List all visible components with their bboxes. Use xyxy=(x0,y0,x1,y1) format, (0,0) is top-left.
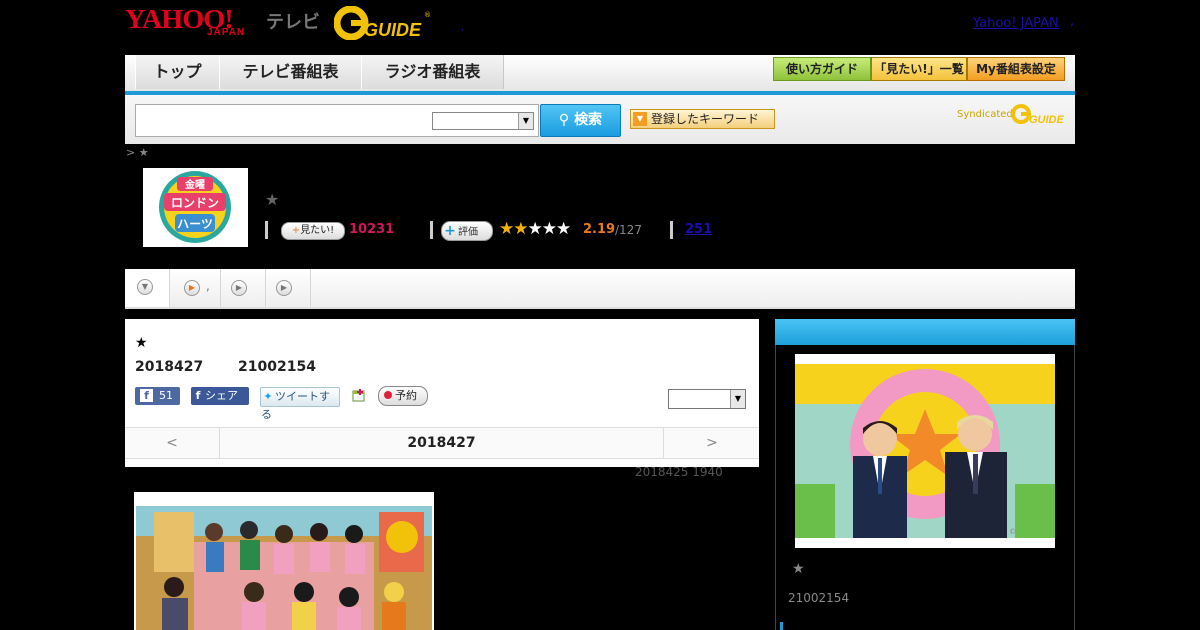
star-empty-icon: ★ xyxy=(527,219,543,239)
share-label: シェア xyxy=(205,389,238,402)
gguide-small-logo: GUIDE xyxy=(1011,104,1065,125)
program-thumbnail: 金曜 ロンドン ハーツ xyxy=(143,168,248,247)
divider xyxy=(430,221,433,239)
subtab-4[interactable]: ▶ xyxy=(266,269,311,307)
svg-text:ハーツ: ハーツ xyxy=(177,217,213,231)
syndicated-label: Syndicated xyxy=(957,109,1013,120)
reserve-label: 予約 xyxy=(395,389,417,402)
facebook-count: 51 xyxy=(159,389,173,402)
rate-button[interactable]: + 評価 xyxy=(441,221,493,241)
tab-tv-schedule[interactable]: テレビ番組表 xyxy=(219,55,362,89)
next-date-button[interactable]: > xyxy=(663,428,760,458)
tweet-button[interactable]: ✦ ツイートする xyxy=(260,387,340,421)
reserve-button[interactable]: 予約 xyxy=(378,386,428,406)
tab-top[interactable]: トップ xyxy=(135,55,220,89)
svg-text:ロンドン: ロンドン xyxy=(171,196,219,210)
divider xyxy=(265,221,268,239)
want-count: 10231 xyxy=(349,222,395,237)
star-empty-icon: ★ xyxy=(541,219,557,239)
facebook-share-button[interactable]: f シェア xyxy=(191,387,249,405)
sidebar-header xyxy=(775,319,1075,345)
date-navigation: < 2018427 > xyxy=(125,427,759,459)
svg-text:©: © xyxy=(1009,528,1016,536)
star-empty-icon: ★ xyxy=(556,219,571,239)
rating-stars: ★★★★★ xyxy=(499,219,571,239)
dropdown-arrow-icon: ▼ xyxy=(633,112,647,126)
chevron-down-icon: ▼ xyxy=(518,113,533,129)
search-button-label: 検索 xyxy=(574,112,603,128)
episode-title-star: ★ xyxy=(135,335,148,351)
saved-keywords-button[interactable]: ▼ 登録したキーワード xyxy=(630,109,775,129)
yahoo-japan-link[interactable]: Yahoo! JAPAN xyxy=(973,16,1059,31)
sub-nav: ▼ ▶ , ▶ ▶ xyxy=(125,269,1075,309)
my-schedule-settings-button[interactable]: My番組表設定 xyxy=(967,57,1065,81)
rating-value: 2.19 xyxy=(583,222,616,237)
gguide-logo[interactable]: GUIDE ® xyxy=(334,6,432,40)
facebook-icon: f xyxy=(195,389,201,402)
svg-text:®: ® xyxy=(424,11,431,19)
play-icon: ▶ xyxy=(184,280,200,296)
facebook-like-button[interactable]: f 51 xyxy=(135,387,180,405)
star-filled-icon: ★ xyxy=(513,219,528,239)
rate-button-label: 評価 xyxy=(458,227,478,238)
star-filled-icon: ★ xyxy=(499,219,514,239)
updated-timestamp: 2018425 1940 xyxy=(635,465,723,479)
previous-date-button[interactable]: < xyxy=(125,428,220,458)
svg-text:金曜: 金曜 xyxy=(184,178,205,191)
play-icon: ▶ xyxy=(276,280,292,296)
subtab-3[interactable]: ▶ xyxy=(221,269,266,307)
chevron-down-icon: ▼ xyxy=(730,390,745,408)
current-date: 2018427 xyxy=(407,435,476,451)
main-nav: トップ テレビ番組表 ラジオ番組表 使い方ガイド 「見たい!」一覧 My番組表設… xyxy=(125,55,1075,95)
search-icon: ⚲ xyxy=(558,112,570,128)
episode-date: 2018427 xyxy=(135,359,204,375)
comments-link[interactable]: 251 xyxy=(685,222,712,237)
want-list-button[interactable]: 「見たい!」一覧 xyxy=(871,57,967,81)
add-calendar-icon[interactable] xyxy=(352,388,366,402)
search-button[interactable]: ⚲ 検索 xyxy=(540,104,621,137)
plus-icon: + xyxy=(444,223,456,239)
header-link-separator: , xyxy=(1070,14,1075,29)
svg-text:GUIDE: GUIDE xyxy=(364,20,422,40)
record-icon xyxy=(384,391,392,399)
episode-select[interactable]: ▼ xyxy=(668,389,746,409)
subtab-1[interactable]: ▼ xyxy=(125,269,170,307)
twitter-icon: ✦ xyxy=(263,390,273,403)
subtab-label: , xyxy=(206,279,210,293)
episode-photo xyxy=(134,492,434,630)
sidebar-accent-bar xyxy=(780,622,783,630)
sidebar-title-star: ★ xyxy=(792,561,805,577)
search-strip: ▼ ⚲ 検索 ▼ 登録したキーワード Syndicated GUIDE xyxy=(125,95,1075,144)
facebook-icon: f xyxy=(140,389,153,402)
saved-keywords-label: 登録したキーワード xyxy=(651,112,760,126)
tv-logo-label: テレビ xyxy=(266,12,320,33)
rating-count: /127 xyxy=(615,223,642,237)
search-category-select[interactable]: ▼ xyxy=(432,112,534,130)
play-icon: ▶ xyxy=(231,280,247,296)
want-button-label: 見たい! xyxy=(300,225,335,236)
tab-radio-schedule[interactable]: ラジオ番組表 xyxy=(361,55,504,89)
svg-text:GUIDE: GUIDE xyxy=(1029,114,1065,125)
episode-panel: ★ 2018427 21002154 f 51 f シェア ✦ ツイートする 予約 ▼… xyxy=(125,319,759,467)
divider xyxy=(670,221,673,239)
sidebar-time: 21002154 xyxy=(788,591,850,605)
program-title-star: ★ xyxy=(265,190,280,209)
want-button[interactable]: +見たい! xyxy=(281,222,345,240)
chevron-down-icon: ▼ xyxy=(137,279,153,295)
sidebar-program-image: © xyxy=(795,354,1055,548)
plus-icon: + xyxy=(291,225,301,236)
subtab-2[interactable]: ▶ , xyxy=(170,269,221,307)
yahoo-logo-sub: JAPAN xyxy=(207,27,246,38)
usage-guide-button[interactable]: 使い方ガイド xyxy=(773,57,871,81)
header-separator: , xyxy=(461,22,465,33)
breadcrumb[interactable]: > ★ xyxy=(126,146,149,159)
episode-time: 21002154 xyxy=(238,359,316,375)
